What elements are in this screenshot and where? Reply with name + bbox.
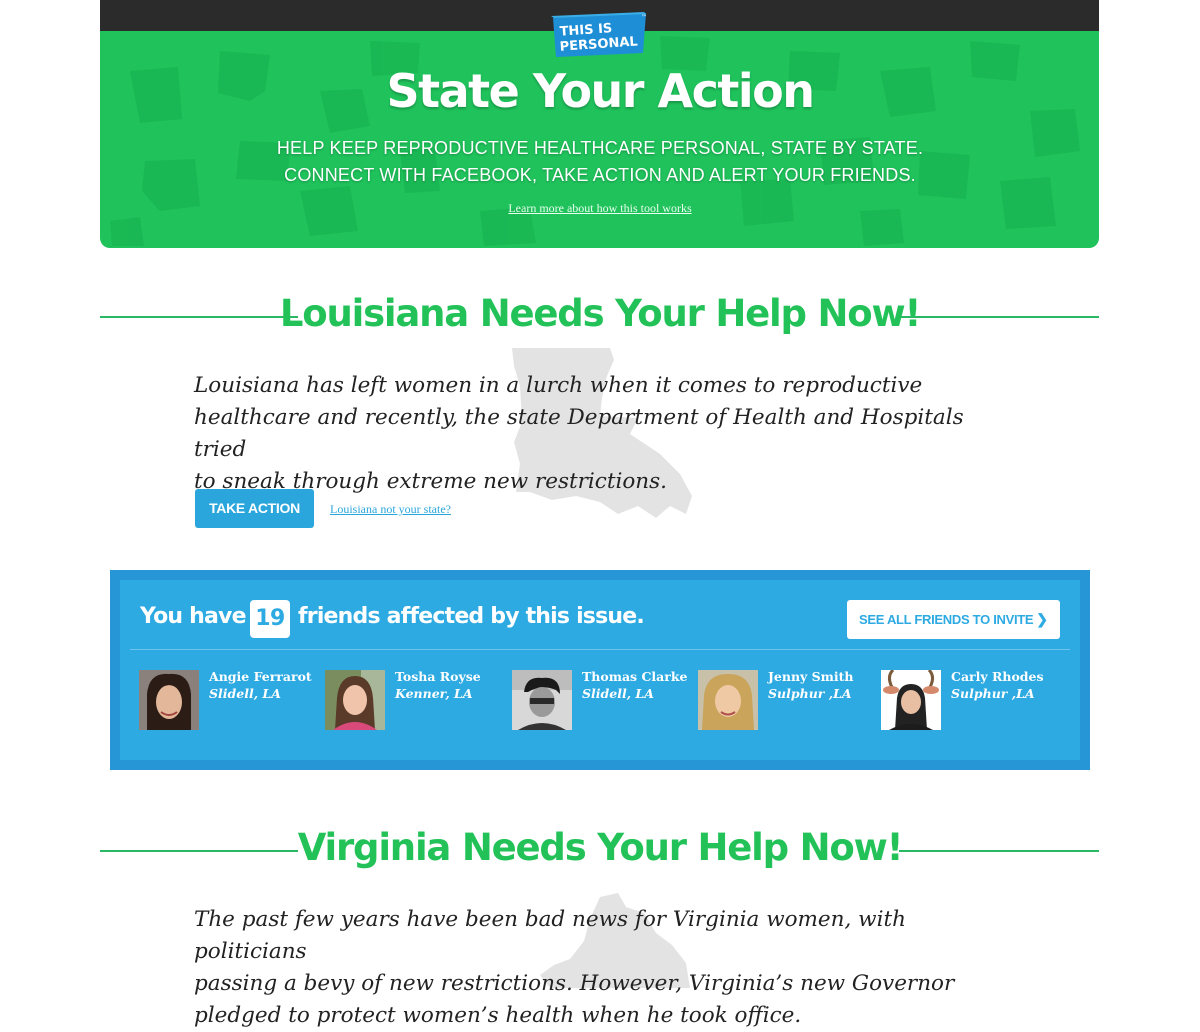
friends-divider	[130, 649, 1070, 650]
see-all-friends-label: SEE ALL FRIENDS TO INVITE	[859, 612, 1034, 627]
see-all-friends-button[interactable]: SEE ALL FRIENDS TO INVITE ❯	[847, 600, 1060, 639]
friend-name: Carly Rhodes	[951, 669, 1044, 684]
friend-name: Jenny Smith	[768, 669, 854, 684]
friend-avatar	[325, 670, 385, 730]
friend-name: Tosha Royse	[395, 669, 481, 684]
friend-avatar	[139, 670, 199, 730]
hero-subtitle-line2: CONNECT WITH FACEBOOK, TAKE ACTION AND A…	[284, 165, 916, 185]
virginia-body-line3: pledged to protect women’s health when h…	[194, 1003, 802, 1028]
louisiana-body: Louisiana has left women in a lurch when…	[194, 370, 1014, 498]
virginia-body-line1: The past few years have been bad news fo…	[194, 907, 906, 964]
not-your-state-link[interactable]: Louisiana not your state?	[330, 502, 451, 517]
virginia-body-line2: passing a bevy of new restrictions. Howe…	[194, 971, 955, 996]
louisiana-heading: Louisiana Needs Your Help Now!	[279, 292, 921, 335]
hero-title: State Your Action	[386, 64, 815, 118]
hero-subtitle-line1: HELP KEEP REPRODUCTIVE HEALTHCARE PERSON…	[276, 138, 924, 158]
friends-count-badge: 19	[250, 600, 290, 638]
friend-card[interactable]: Thomas Clarke Slidell, LA	[512, 669, 697, 730]
chevron-right-icon: ❯	[1036, 611, 1048, 627]
friend-card[interactable]: Jenny Smith Sulphur ,LA	[698, 669, 883, 730]
friend-avatar	[881, 670, 941, 730]
friend-location: Kenner, LA	[395, 686, 473, 701]
virginia-body: The past few years have been bad news fo…	[194, 904, 1014, 1032]
friend-avatar	[512, 670, 572, 730]
friend-location: Slidell, LA	[209, 686, 281, 701]
logo-trademark: ™	[641, 14, 647, 21]
louisiana-body-line2: healthcare and recently, the state Depar…	[194, 405, 964, 462]
friends-count-suffix: friends affected by this issue.	[298, 604, 645, 629]
friend-location: Slidell, LA	[582, 686, 654, 701]
friend-name: Thomas Clarke	[582, 669, 688, 684]
louisiana-body-line1: Louisiana has left women in a lurch when…	[194, 373, 923, 398]
friend-avatar	[698, 670, 758, 730]
learn-more-row: Learn more about how this tool works	[0, 201, 1200, 216]
friend-location: Sulphur ,LA	[768, 686, 852, 701]
virginia-heading: Virginia Needs Your Help Now!	[297, 826, 904, 869]
friend-location: Sulphur ,LA	[951, 686, 1035, 701]
learn-more-link[interactable]: Learn more about how this tool works	[508, 201, 691, 215]
take-action-button[interactable]: TAKE ACTION	[195, 489, 314, 528]
this-is-personal-logo[interactable]: THIS IS PERSONAL ™	[550, 12, 650, 58]
friend-card[interactable]: Angie Ferrarot Slidell, LA	[139, 669, 324, 730]
friend-name: Angie Ferrarot	[209, 669, 312, 684]
friends-count-prefix: You have	[140, 604, 247, 629]
friend-card[interactable]: Carly Rhodes Sulphur ,LA	[881, 669, 1066, 730]
friend-card[interactable]: Tosha Royse Kenner, LA	[325, 669, 510, 730]
